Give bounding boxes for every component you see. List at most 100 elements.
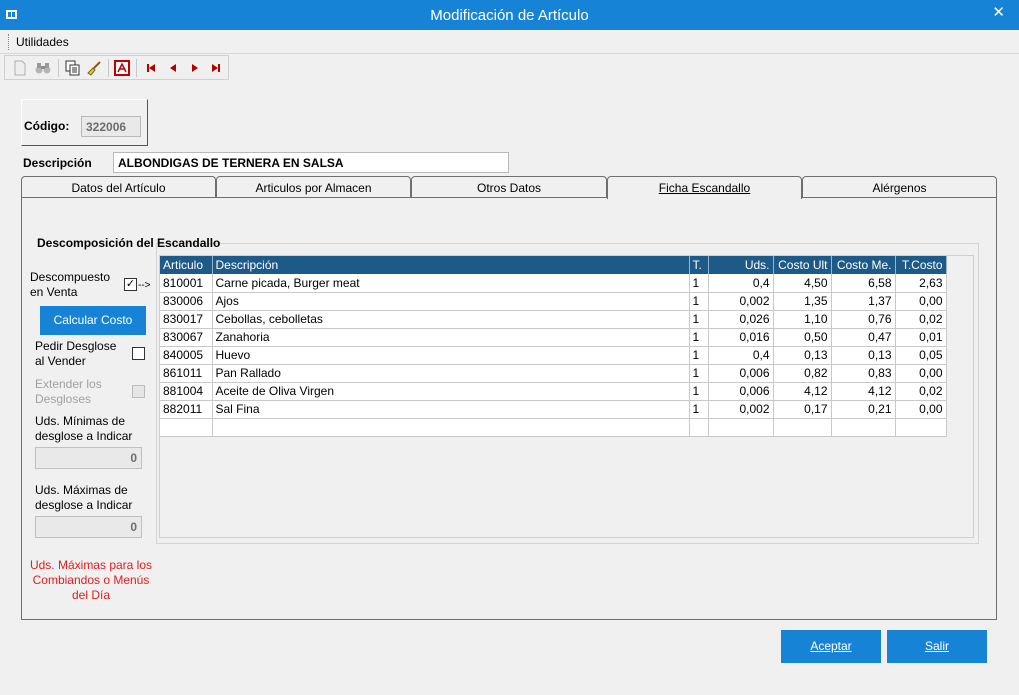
col-costo-ult[interactable]: Costo Ult: [773, 256, 832, 274]
table-cell[interactable]: 0,17: [773, 400, 832, 419]
descompuesto-checkbox[interactable]: ✓: [124, 278, 137, 291]
table-cell[interactable]: 882011: [160, 400, 213, 419]
table-cell[interactable]: 840005: [160, 346, 213, 365]
table-cell[interactable]: Carne picada, Burger meat: [212, 274, 690, 293]
table-row[interactable]: 881004 Aceite de Oliva Virgen 1 0,006 4,12 4,…: [160, 382, 947, 401]
table-cell[interactable]: [689, 418, 709, 437]
table-cell[interactable]: [773, 418, 832, 437]
col-articulo[interactable]: Articulo: [160, 256, 213, 274]
table-cell[interactable]: 0,82: [773, 364, 832, 383]
table-cell[interactable]: 0,00: [895, 292, 947, 311]
table-cell[interactable]: 1,37: [831, 292, 896, 311]
table-cell[interactable]: 0,05: [895, 346, 947, 365]
table-cell[interactable]: 0,21: [831, 400, 896, 419]
table-cell[interactable]: [831, 418, 896, 437]
table-row[interactable]: 830067 Zanahoria 1 0,016 0,50 0,47 0,01: [160, 328, 947, 347]
first-record-icon[interactable]: [142, 59, 160, 77]
uds-minimas-field[interactable]: 0: [35, 447, 142, 469]
table-cell[interactable]: 4,12: [773, 382, 832, 401]
col-costo-me[interactable]: Costo Me.: [831, 256, 896, 274]
table-row[interactable]: 830017 Cebollas, cebolletas 1 0,026 1,10 0,76…: [160, 310, 947, 329]
aceptar-button[interactable]: Aceptar: [781, 630, 881, 663]
copy-icon[interactable]: [64, 59, 82, 77]
tab-otros-datos[interactable]: Otros Datos: [411, 176, 607, 198]
table-cell[interactable]: 1: [689, 274, 709, 293]
table-row[interactable]: 882011 Sal Fina 1 0,002 0,17 0,21 0,00: [160, 400, 947, 419]
table-cell[interactable]: 861011: [160, 364, 213, 383]
table-cell[interactable]: 0,4: [708, 274, 774, 293]
binoculars-icon[interactable]: [34, 59, 52, 77]
calcular-costo-button[interactable]: Calcular Costo: [40, 306, 146, 335]
pedir-desglose-checkbox[interactable]: [132, 347, 145, 360]
table-cell[interactable]: Cebollas, cebolletas: [212, 310, 690, 329]
table-cell[interactable]: 0,006: [708, 382, 774, 401]
table-cell[interactable]: 0,00: [895, 364, 947, 383]
table-cell[interactable]: 0,83: [831, 364, 896, 383]
table-cell[interactable]: 1: [689, 328, 709, 347]
table-cell[interactable]: 0,002: [708, 400, 774, 419]
table-cell[interactable]: 0,00: [895, 400, 947, 419]
table-cell[interactable]: 0,47: [831, 328, 896, 347]
table-cell[interactable]: Sal Fina: [212, 400, 690, 419]
table-cell[interactable]: 0,02: [895, 382, 947, 401]
uds-maximas-field[interactable]: 0: [35, 516, 142, 538]
table-cell[interactable]: 4,12: [831, 382, 896, 401]
table-cell[interactable]: 6,58: [831, 274, 896, 293]
col-uds[interactable]: Uds.: [708, 256, 774, 274]
close-icon[interactable]: ✕: [992, 3, 1005, 21]
table-cell[interactable]: 4,50: [773, 274, 832, 293]
table-row[interactable]: 861011 Pan Rallado 1 0,006 0,82 0,83 0,00: [160, 364, 947, 383]
table-cell[interactable]: Huevo: [212, 346, 690, 365]
table-cell[interactable]: 0,002: [708, 292, 774, 311]
table-cell[interactable]: 881004: [160, 382, 213, 401]
table-cell[interactable]: 1,35: [773, 292, 832, 311]
table-cell[interactable]: [895, 418, 947, 437]
table-cell[interactable]: 1,10: [773, 310, 832, 329]
table-cell[interactable]: 0,13: [831, 346, 896, 365]
table-cell[interactable]: 0,50: [773, 328, 832, 347]
tab-datos-articulo[interactable]: Datos del Artículo: [21, 176, 216, 198]
table-cell[interactable]: [160, 418, 213, 437]
new-doc-icon[interactable]: [11, 59, 29, 77]
table-row[interactable]: 830006 Ajos 1 0,002 1,35 1,37 0,00: [160, 292, 947, 311]
table-cell[interactable]: 0,01: [895, 328, 947, 347]
table-cell[interactable]: 0,4: [708, 346, 774, 365]
table-cell[interactable]: 0,13: [773, 346, 832, 365]
table-cell[interactable]: Ajos: [212, 292, 690, 311]
table-cell[interactable]: 1: [689, 364, 709, 383]
next-record-icon[interactable]: [186, 59, 204, 77]
descripcion-field[interactable]: ALBONDIGAS DE TERNERA EN SALSA: [113, 152, 509, 173]
table-cell[interactable]: [212, 418, 690, 437]
table-cell[interactable]: Aceite de Oliva Virgen: [212, 382, 690, 401]
col-t-costo[interactable]: T.Costo: [895, 256, 947, 274]
last-record-icon[interactable]: [207, 59, 225, 77]
tab-articulos-almacen[interactable]: Articulos por Almacen: [216, 176, 411, 198]
table-row[interactable]: 810001 Carne picada, Burger meat 1 0,4 4,50 6…: [160, 274, 947, 293]
table-cell[interactable]: 830067: [160, 328, 213, 347]
table-cell[interactable]: 1: [689, 292, 709, 311]
table-cell[interactable]: [708, 418, 774, 437]
table-cell[interactable]: 1: [689, 400, 709, 419]
table-cell[interactable]: Pan Rallado: [212, 364, 690, 383]
table-cell[interactable]: Zanahoria: [212, 328, 690, 347]
table-cell[interactable]: 0,006: [708, 364, 774, 383]
col-t[interactable]: T.: [689, 256, 709, 274]
table-row[interactable]: 840005 Huevo 1 0,4 0,13 0,13 0,05: [160, 346, 947, 365]
prev-record-icon[interactable]: [164, 59, 182, 77]
table-cell[interactable]: 1: [689, 310, 709, 329]
col-descripcion[interactable]: Descripción: [212, 256, 690, 274]
table-cell[interactable]: 1: [689, 346, 709, 365]
pdf-icon[interactable]: [113, 59, 131, 77]
table-cell[interactable]: 0,026: [708, 310, 774, 329]
table-row[interactable]: [160, 418, 947, 437]
table-cell[interactable]: 830017: [160, 310, 213, 329]
menu-utilidades[interactable]: Utilidades: [16, 35, 69, 49]
tab-alergenos[interactable]: Alérgenos: [802, 176, 997, 198]
table-cell[interactable]: 1: [689, 382, 709, 401]
salir-button[interactable]: Salir: [887, 630, 987, 663]
broom-icon[interactable]: [85, 59, 103, 77]
tab-ficha-escandallo[interactable]: Ficha Escandallo: [607, 176, 802, 199]
table-cell[interactable]: 0,016: [708, 328, 774, 347]
escandallo-grid[interactable]: Articulo Descripción T. Uds. Costo Ult C…: [159, 255, 974, 538]
table-cell[interactable]: 2,63: [895, 274, 947, 293]
